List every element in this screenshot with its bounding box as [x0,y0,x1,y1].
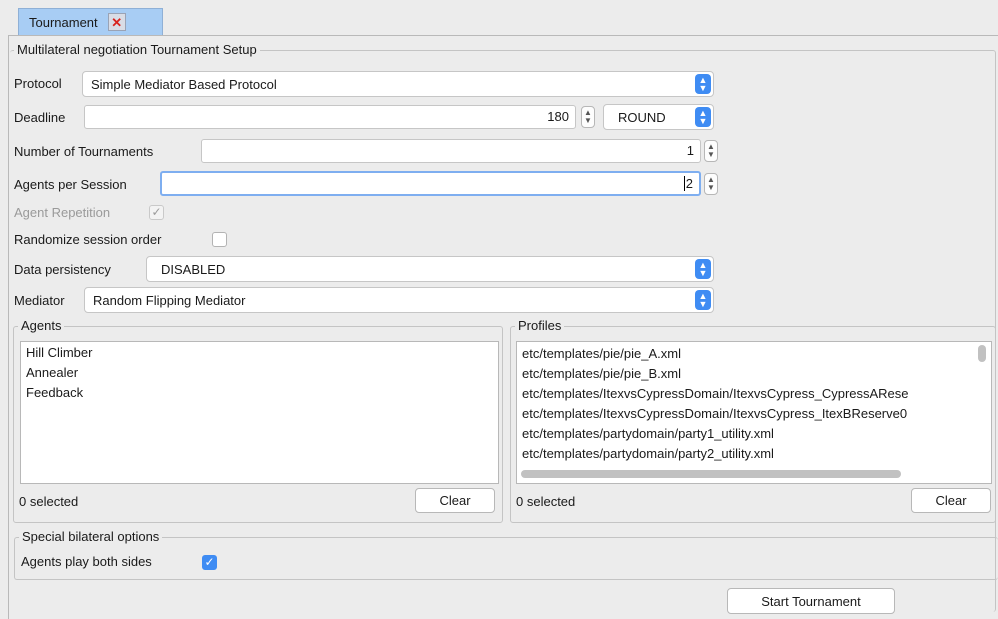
randomize-checkbox[interactable] [212,232,227,247]
agents-list[interactable]: Hill Climber Annealer Feedback [20,341,499,484]
profile-list-item[interactable]: etc/templates/ItexvsCypressDomain/Itexvs… [517,404,991,424]
deadline-input[interactable]: 180 [84,105,576,129]
agents-clear-label: Clear [439,493,471,508]
profiles-clear-button[interactable]: Clear [911,488,991,513]
protocol-label: Protocol [14,76,62,91]
protocol-value: Simple Mediator Based Protocol [91,76,277,92]
deadline-label: Deadline [14,110,66,125]
both-sides-checkbox[interactable]: ✓ [202,555,217,570]
tab-label: Tournament [29,14,98,30]
deadline-value: 180 [547,109,569,124]
agent-repetition-label: Agent Repetition [14,205,111,220]
tournaments-stepper[interactable]: ▲ ▼ [704,140,718,162]
bilateral-legend: Special bilateral options [19,530,163,544]
mediator-label: Mediator [14,293,65,308]
profiles-selected-count: 0 selected [516,494,576,509]
deadline-unit-select[interactable]: ROUND ▲ ▼ [603,104,714,130]
start-tournament-button[interactable]: Start Tournament [727,588,895,614]
mediator-select[interactable]: Random Flipping Mediator ▲ ▼ [84,287,714,313]
profile-list-item[interactable]: etc/templates/pie/pie_A.xml [517,344,991,364]
agents-per-session-label: Agents per Session [14,177,127,192]
chevron-updown-icon: ▲ ▼ [695,107,711,127]
agents-per-session-value: 2 [683,176,693,191]
horizontal-scrollbar[interactable] [521,470,901,478]
agents-legend: Agents [18,319,65,333]
agents-clear-button[interactable]: Clear [415,488,495,513]
profiles-list[interactable]: etc/templates/pie/pie_A.xml etc/templates… [516,341,992,484]
panel-border [8,36,9,619]
deadline-stepper[interactable]: ▲ ▼ [581,106,595,128]
chevron-updown-icon: ▲ ▼ [695,259,711,279]
agents-per-session-stepper[interactable]: ▲ ▼ [704,173,718,195]
tab-tournament[interactable]: Tournament ✕ [18,8,163,35]
setup-legend: Multilateral negotiation Tournament Setu… [14,43,260,57]
agent-list-item[interactable]: Annealer [21,363,498,383]
profile-list-item[interactable]: etc/templates/ItexvsCypressDomain/Itexvs… [517,384,991,404]
agents-per-session-input[interactable]: 2 [160,171,701,196]
both-sides-label: Agents play both sides [21,554,152,569]
mediator-value: Random Flipping Mediator [93,292,246,308]
profile-list-item[interactable]: etc/templates/pie/pie_B.xml [517,364,991,384]
close-icon[interactable]: ✕ [107,13,126,31]
tournaments-value: 1 [686,143,694,158]
profile-list-item[interactable]: etc/templates/partydomain/party1_utility… [517,424,991,444]
agent-list-item[interactable]: Feedback [21,383,498,403]
agents-selected-count: 0 selected [19,494,79,509]
profile-list-item[interactable]: etc/templates/partydomain/party2_utility… [517,444,991,464]
chevron-updown-icon: ▲ ▼ [695,74,711,94]
persistency-value: DISABLED [161,261,226,277]
randomize-label: Randomize session order [14,232,162,247]
agent-list-item[interactable]: Hill Climber [21,343,498,363]
persistency-select[interactable]: DISABLED ▲ ▼ [146,256,714,282]
persistency-label: Data persistency [14,262,111,277]
agent-repetition-checkbox: ✓ [149,205,164,220]
tournaments-input[interactable]: 1 [201,139,701,163]
start-tournament-label: Start Tournament [761,593,861,609]
tournaments-label: Number of Tournaments [14,144,154,159]
protocol-select[interactable]: Simple Mediator Based Protocol ▲ ▼ [82,71,714,97]
vertical-scrollbar[interactable] [978,345,986,362]
chevron-updown-icon: ▲ ▼ [695,290,711,310]
tab-divider [8,35,998,36]
profiles-legend: Profiles [515,319,565,333]
profiles-clear-label: Clear [935,493,967,508]
deadline-unit-value: ROUND [618,109,666,125]
